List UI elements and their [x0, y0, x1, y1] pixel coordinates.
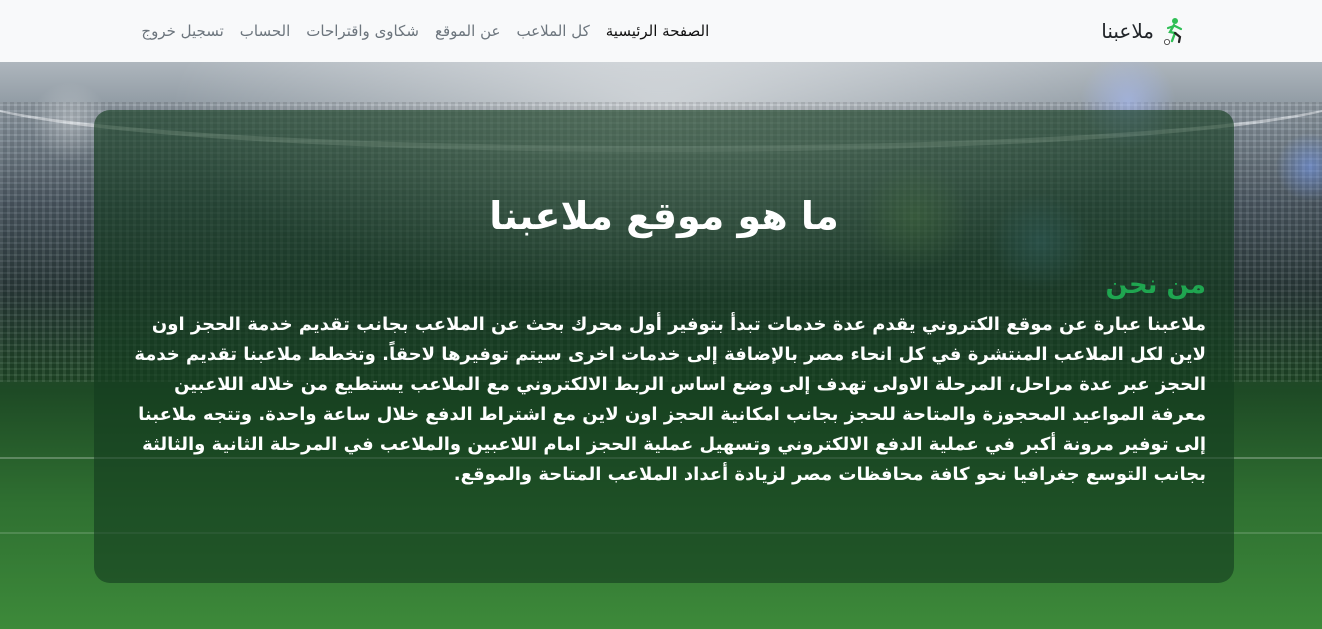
nav-item-logout[interactable]: تسجيل خروج [133, 22, 231, 40]
page-title: ما هو موقع ملاعبنا [489, 194, 839, 238]
top-navbar: ملاعبنا الصفحة الرئيسية كل الملاعب عن ال… [0, 0, 1322, 62]
about-card: ما هو موقع ملاعبنا من نحن ملاعبنا عبارة … [94, 110, 1234, 583]
nav-menu: الصفحة الرئيسية كل الملاعب عن الموقع شكا… [133, 22, 717, 40]
brand-link[interactable]: ملاعبنا [1101, 16, 1188, 46]
brand-name: ملاعبنا [1101, 19, 1154, 43]
soccer-player-icon [1164, 18, 1183, 45]
nav-item-account[interactable]: الحساب [232, 22, 299, 40]
nav-item-complaints[interactable]: شكاوى واقتراحات [298, 22, 427, 40]
nav-item-home[interactable]: الصفحة الرئيسية [598, 22, 718, 40]
about-heading: من نحن [1105, 270, 1206, 300]
about-description: ملاعبنا عبارة عن موقع الكتروني يقدم عدة … [134, 314, 1206, 485]
nav-item-about[interactable]: عن الموقع [427, 22, 508, 40]
nav-item-all-fields[interactable]: كل الملاعب [508, 22, 597, 40]
